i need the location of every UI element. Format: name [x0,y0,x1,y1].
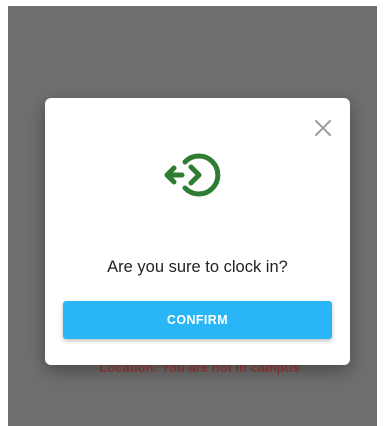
close-button[interactable] [311,116,335,140]
screen: Location: You are not in campus Are you … [0,0,383,426]
clock-in-dialog: Are you sure to clock in? CONFIRM [45,98,350,365]
clock-in-icon [164,153,221,197]
close-icon [315,120,331,136]
confirm-message: Are you sure to clock in? [107,258,288,276]
confirm-button[interactable]: CONFIRM [63,301,332,339]
